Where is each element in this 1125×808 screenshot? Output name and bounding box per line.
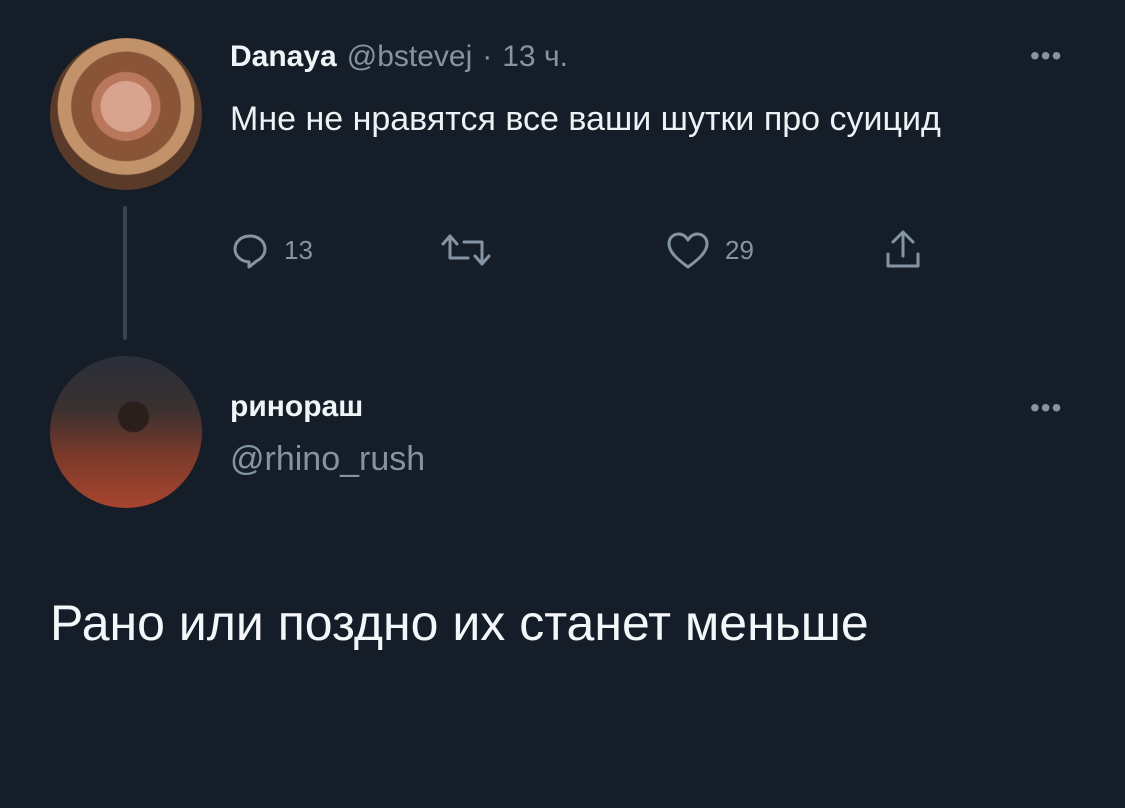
- share-icon: [886, 230, 920, 268]
- thread-connector-line: [123, 206, 127, 340]
- retweet-button[interactable]: [440, 230, 492, 270]
- avatar-rhino-rush[interactable]: [50, 356, 202, 508]
- like-icon: [667, 232, 709, 269]
- reply-icon: [233, 234, 267, 269]
- like-button[interactable]: 29: [665, 230, 754, 270]
- more-options-icon[interactable]: •••: [1030, 40, 1062, 72]
- avatar-danaya[interactable]: [50, 38, 202, 190]
- tweet-text: Мне не нравятся все ваши шутки про суици…: [230, 100, 941, 138]
- reply-more-options-icon[interactable]: •••: [1030, 392, 1062, 424]
- timestamp[interactable]: 13 ч.: [502, 40, 568, 74]
- display-name[interactable]: Danaya: [230, 40, 337, 74]
- reply-text: Рано или поздно их станет меньше: [50, 595, 869, 651]
- like-count: 29: [725, 234, 754, 265]
- handle[interactable]: @bstevej: [347, 40, 473, 74]
- reply-count: 13: [284, 234, 313, 265]
- retweet-icon: [441, 234, 491, 266]
- reply-display-name[interactable]: ринораш: [230, 390, 363, 424]
- reply-button[interactable]: 13: [230, 230, 313, 270]
- tweet-header: Danaya @bstevej · 13 ч.: [230, 40, 568, 74]
- share-button[interactable]: [883, 228, 923, 272]
- reply-handle[interactable]: @rhino_rush: [230, 440, 425, 479]
- separator: ·: [482, 40, 493, 73]
